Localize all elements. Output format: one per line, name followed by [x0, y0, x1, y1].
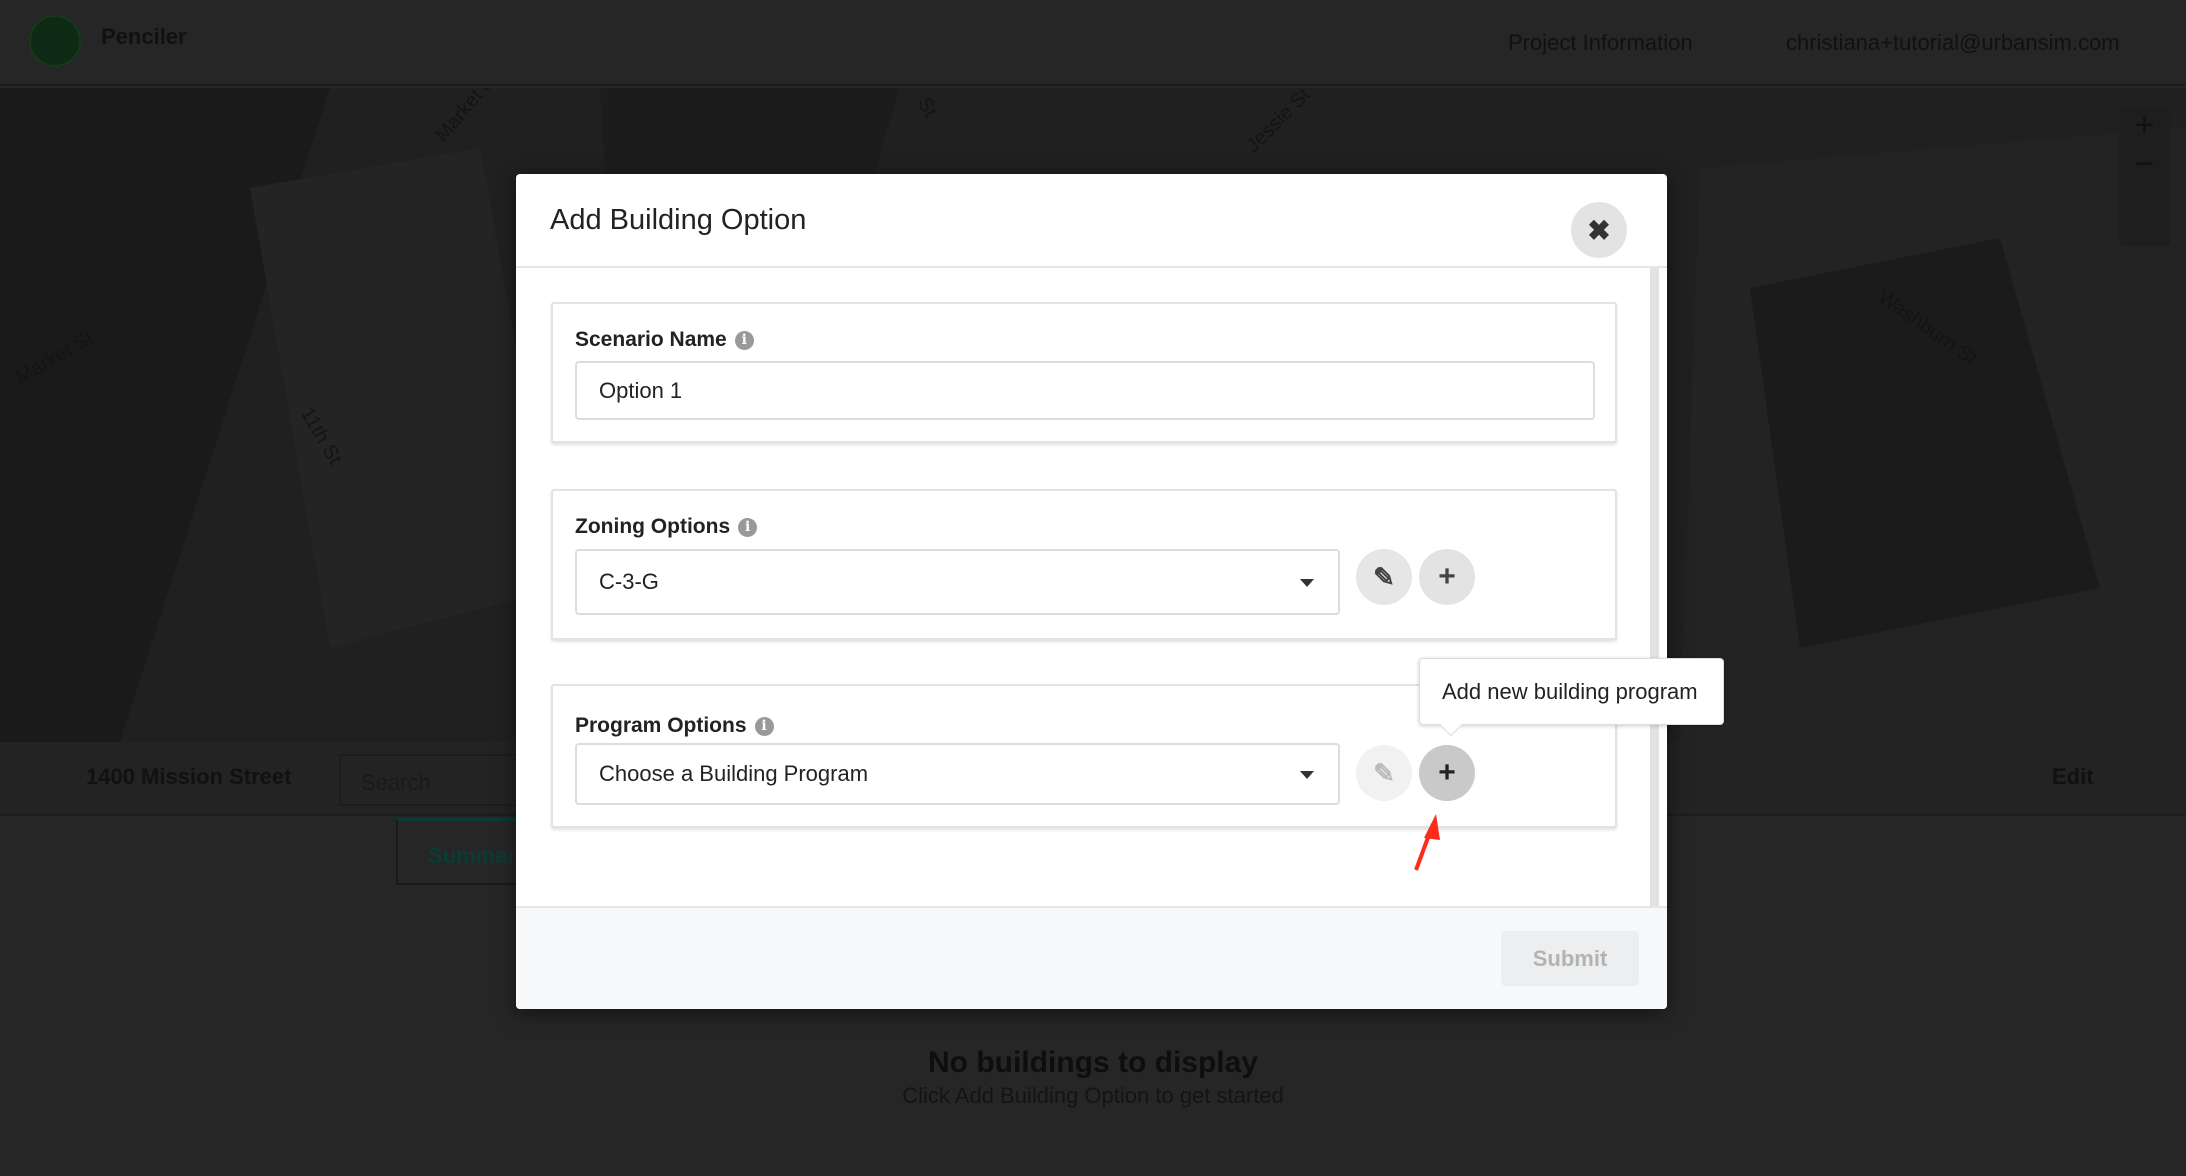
zoom-out-icon[interactable]: − — [2119, 145, 2170, 184]
tooltip-text: Add new building program — [1442, 679, 1698, 704]
chevron-down-icon — [1300, 579, 1314, 587]
scenario-name-input[interactable]: Option 1 — [575, 361, 1595, 420]
penciler-logo-icon — [29, 15, 81, 67]
program-options-label: Program Options — [575, 714, 747, 737]
zoom-controls[interactable]: + − — [2119, 106, 2170, 246]
project-information-menu[interactable]: Project Information — [1508, 30, 1693, 56]
close-icon[interactable]: ✖ — [1571, 202, 1627, 258]
info-icon[interactable]: i — [754, 716, 774, 736]
zoom-in-icon[interactable]: + — [2119, 106, 2170, 145]
submit-button[interactable]: Submit — [1501, 931, 1639, 986]
scenario-name-card: Scenario Name i Option 1 — [551, 302, 1617, 443]
edit-program-button[interactable]: ✎ — [1356, 745, 1412, 801]
add-building-option-modal: Add Building Option ✖ Scenario Name i Opt… — [516, 174, 1724, 1009]
scenario-name-label: Scenario Name — [575, 328, 727, 351]
add-zoning-button[interactable]: + — [1419, 549, 1475, 605]
tooltip: Add new building program — [1419, 658, 1724, 737]
edit-menu[interactable]: Edit — [2052, 764, 2094, 790]
chevron-down-icon — [1300, 771, 1314, 779]
modal-title: Add Building Option — [550, 204, 807, 236]
zoning-selected-value: C-3-G — [599, 569, 659, 594]
program-select[interactable]: Choose a Building Program — [575, 743, 1340, 805]
empty-title: No buildings to display — [928, 1046, 1258, 1079]
app-name[interactable]: Penciler — [101, 24, 187, 50]
add-building-program-button[interactable]: + — [1419, 745, 1475, 801]
top-navbar: Penciler Project Information christiana+… — [0, 0, 2186, 86]
empty-subtitle: Click Add Building Option to get started — [902, 1083, 1284, 1108]
divider — [516, 266, 1667, 268]
program-selected-value: Choose a Building Program — [599, 761, 869, 786]
info-icon[interactable]: i — [738, 517, 758, 537]
zoning-select[interactable]: C-3-G — [575, 549, 1340, 615]
tab-summary[interactable]: Summary — [396, 818, 536, 885]
info-icon[interactable]: i — [734, 330, 754, 350]
scrollbar[interactable] — [1650, 268, 1659, 906]
address-title: 1400 Mission Street — [86, 764, 292, 789]
modal-footer: Submit — [516, 906, 1667, 1009]
red-arrow-annotation — [1414, 814, 1440, 871]
zoning-options-label: Zoning Options — [575, 515, 731, 538]
user-menu[interactable]: christiana+tutorial@urbansim.com — [1786, 30, 2120, 56]
search-input[interactable]: Search — [339, 754, 539, 806]
zoning-options-card: Zoning Options i C-3-G ✎ + — [551, 489, 1617, 640]
edit-zoning-button[interactable]: ✎ — [1356, 549, 1412, 605]
